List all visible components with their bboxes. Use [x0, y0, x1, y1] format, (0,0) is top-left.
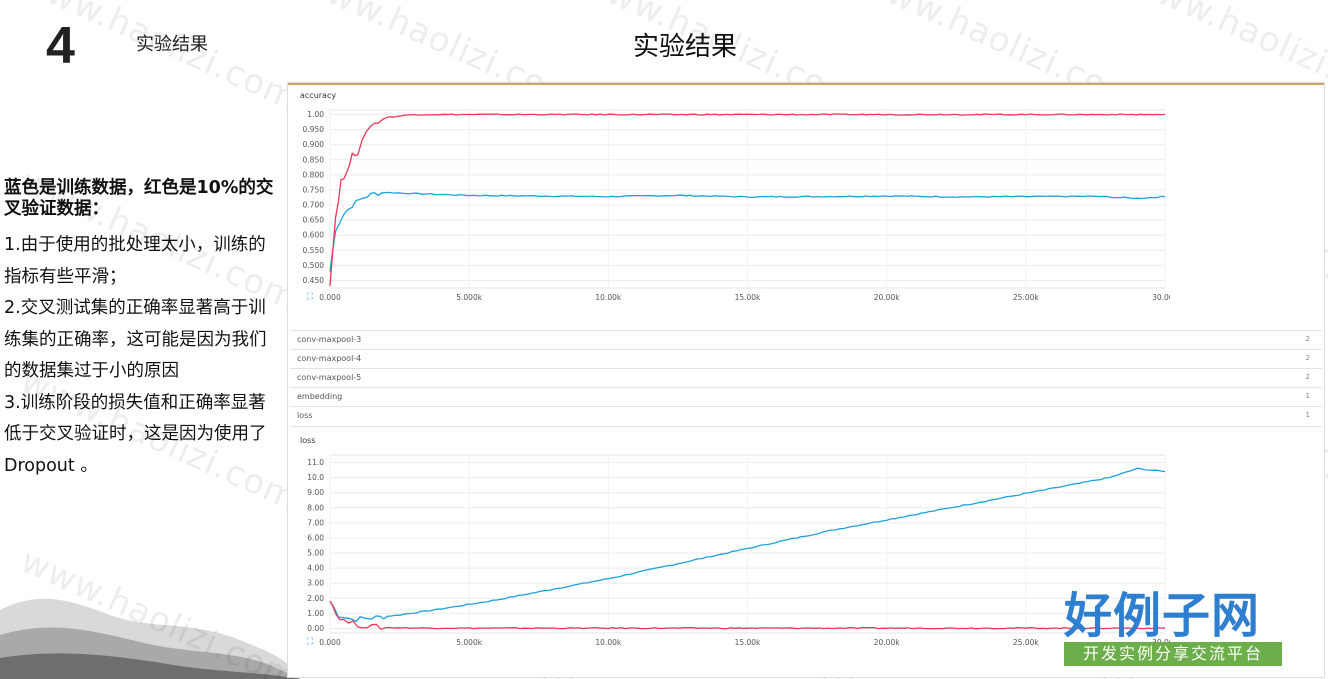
group-count: 1	[1305, 411, 1310, 419]
y-tick-label: 0.00	[307, 624, 324, 633]
x-tick-label: 5.000k	[456, 293, 482, 302]
description-point: 1.由于使用的批处理太小，训练的指标有些平滑；	[4, 235, 266, 287]
divider	[290, 426, 1322, 428]
y-tick-label: 10.0	[307, 473, 324, 482]
y-tick-label: 1.00	[307, 609, 324, 618]
x-tick-label: 25.00k	[1013, 293, 1039, 302]
y-tick-label: 0.800	[303, 170, 325, 179]
y-tick-label: 0.900	[303, 140, 325, 149]
group-row-conv-maxpool-4[interactable]: conv-maxpool-4 2	[290, 349, 1322, 368]
x-tick-label: 10.00k	[595, 638, 621, 647]
slide-number: 4	[46, 17, 75, 75]
accuracy-card-title: accuracy	[300, 91, 337, 100]
loss-card-title: loss	[300, 436, 316, 445]
group-row-loss[interactable]: loss 1	[290, 406, 1322, 425]
group-row-embedding[interactable]: embedding 1	[290, 387, 1322, 406]
group-name: loss	[297, 411, 313, 420]
logo-main-text: 好例子网	[1064, 588, 1261, 644]
expand-icon[interactable]: ⛶	[307, 292, 313, 302]
group-row-conv-maxpool-3[interactable]: conv-maxpool-3 2	[290, 330, 1322, 349]
y-tick-label: 5.00	[307, 549, 324, 558]
x-tick-label: 15.00k	[735, 638, 761, 647]
y-tick-label: 2.00	[307, 594, 324, 603]
group-name: embedding	[297, 392, 343, 401]
section-label: 实验结果	[136, 34, 208, 55]
expand-icon[interactable]: ⛶	[307, 637, 313, 647]
y-tick-label: 0.450	[303, 276, 325, 285]
y-tick-label: 1.00	[307, 110, 324, 119]
x-tick-label: 20.00k	[874, 638, 900, 647]
y-tick-label: 3.00	[307, 579, 324, 588]
accuracy-chart: 1.00 0.950 0.900 0.850 0.800 0.750 0.700 0.650 0…	[303, 109, 1170, 302]
x-tick-label: 20.00k	[874, 293, 900, 302]
x-tick-label: 25.00k	[1013, 638, 1039, 647]
y-tick-label: 9.00	[307, 488, 324, 497]
group-name: conv-maxpool-4	[297, 354, 362, 363]
y-tick-label: 0.550	[303, 246, 325, 255]
page-title: 实验结果	[632, 32, 737, 62]
mountain-decoration	[0, 598, 300, 679]
x-tick-label: 0.000	[319, 293, 341, 302]
y-tick-label: 0.650	[303, 216, 325, 225]
description-text: 蓝色是训练数据，红色是10%的交叉验证数据： 1.由于使用的批处理太小，训练的指…	[4, 178, 282, 482]
x-tick-label: 10.00k	[595, 293, 621, 302]
y-tick-label: 0.600	[303, 231, 325, 240]
group-count: 2	[1305, 354, 1310, 362]
x-tick-label: 0.000	[319, 638, 341, 647]
description-point: 2.交叉测试集的正确率显著高于训练集的正确率，这可能是因为我们的数据集过于小的原…	[4, 298, 267, 381]
y-tick-label: 7.00	[307, 518, 324, 527]
group-name: conv-maxpool-5	[297, 373, 362, 382]
y-tick-label: 4.00	[307, 564, 324, 573]
group-name: conv-maxpool-3	[297, 335, 362, 344]
x-tick-label: 5.000k	[456, 638, 482, 647]
y-tick-label: 0.850	[303, 155, 325, 164]
y-tick-label: 0.750	[303, 185, 325, 194]
group-row-conv-maxpool-5[interactable]: conv-maxpool-5 2	[290, 368, 1322, 387]
description-point: 3.训练阶段的损失值和正确率显著低于交叉验证时，这是因为使用了 Dropout …	[4, 392, 267, 476]
logo-sub-text: 开发实例分享交流平台	[1064, 642, 1282, 666]
y-tick-label: 8.00	[307, 503, 324, 512]
loss-chart: 11.0 10.0 9.00 8.00 7.00 6.00 5.00 4.00 3.00 2.00…	[307, 454, 1170, 647]
y-tick-label: 11.0	[307, 458, 324, 467]
description-heading: 蓝色是训练数据，红色是10%的交叉验证数据：	[4, 178, 274, 219]
y-tick-label: 0.950	[303, 125, 325, 134]
x-tick-label: 15.00k	[735, 293, 761, 302]
group-count: 2	[1305, 373, 1310, 381]
y-tick-label: 0.500	[303, 261, 325, 270]
x-tick-label: 30.00k	[1152, 293, 1170, 302]
y-tick-label: 0.700	[303, 201, 325, 210]
group-count: 1	[1305, 392, 1310, 400]
group-count: 2	[1305, 335, 1310, 343]
site-logo: 好例子网 开发实例分享交流平台	[1064, 582, 1284, 668]
y-tick-label: 6.00	[307, 533, 324, 542]
